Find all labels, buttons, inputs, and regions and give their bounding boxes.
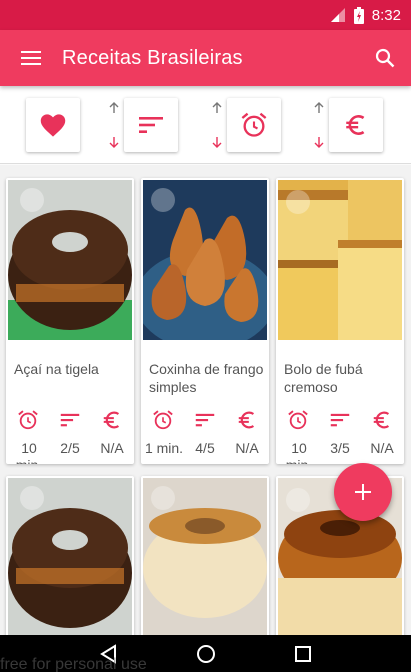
arrow-down-icon <box>109 137 119 148</box>
recipe-name: Açaí na tigela <box>14 361 99 377</box>
cost-sort-arrows[interactable] <box>311 98 327 152</box>
euro-icon <box>370 408 394 432</box>
search-button[interactable] <box>359 30 411 86</box>
app-title: Receitas Brasileiras <box>62 46 243 69</box>
difficulty-filter-button[interactable] <box>124 98 178 152</box>
recipe-card[interactable] <box>141 476 269 635</box>
recipe-grid: Açaí na tigela 10 min. 2/5 N/A <box>0 165 411 635</box>
euro-icon <box>100 408 124 432</box>
time-sort-arrows[interactable] <box>209 98 225 152</box>
alarm-icon <box>286 408 310 432</box>
recipe-card[interactable]: Açaí na tigela 10 min. 2/5 N/A <box>6 178 134 464</box>
hamburger-icon <box>21 51 41 65</box>
alarm-icon <box>241 112 267 137</box>
euro-icon <box>346 115 365 135</box>
alarm-icon <box>16 408 40 432</box>
sort-icon <box>58 408 82 432</box>
arrow-up-icon <box>109 102 119 113</box>
recipe-difficulty: 4/5 <box>195 440 215 456</box>
home-icon[interactable] <box>196 644 216 664</box>
recipe-photo <box>143 478 267 635</box>
recipe-cost: N/A <box>370 440 394 456</box>
recipe-difficulty: 2/5 <box>60 440 80 456</box>
sort-icon <box>328 408 352 432</box>
sort-icon <box>193 408 217 432</box>
search-icon <box>375 48 395 68</box>
recents-icon[interactable] <box>294 645 312 663</box>
alarm-icon <box>151 408 175 432</box>
recipe-card[interactable] <box>6 476 134 635</box>
recipe-name: Bolo de fubá cremoso <box>284 361 363 395</box>
watermark-text: free for personal use <box>0 656 147 672</box>
add-recipe-button[interactable] <box>334 463 392 521</box>
status-bar: 8:32 <box>0 0 411 30</box>
battery-icon <box>353 6 364 24</box>
cost-filter-button[interactable] <box>329 98 383 152</box>
time-filter-button[interactable] <box>227 98 281 152</box>
recipe-photo <box>143 180 267 340</box>
recipe-card[interactable]: Coxinha de frango simples 1 min. 4/5 N/A <box>141 178 269 464</box>
recipe-time: 1 min. <box>144 440 184 456</box>
recipe-name: Coxinha de frango simples <box>149 361 264 395</box>
recipe-cost: N/A <box>235 440 259 456</box>
app-bar: Receitas Brasileiras <box>0 30 411 86</box>
recipe-time: 10 min. <box>286 440 312 464</box>
menu-button[interactable] <box>0 30 62 86</box>
recipe-photo <box>8 180 132 340</box>
euro-icon <box>235 408 259 432</box>
difficulty-sort-arrows[interactable] <box>106 98 122 152</box>
signal-icon <box>330 8 345 22</box>
filter-bar <box>0 86 411 164</box>
recipe-time: 10 min. <box>16 440 42 464</box>
favorites-filter-button[interactable] <box>26 98 80 152</box>
arrow-down-icon <box>212 137 222 148</box>
heart-icon <box>40 114 66 137</box>
recipe-cost: N/A <box>100 440 124 456</box>
arrow-down-icon <box>314 137 324 148</box>
arrow-up-icon <box>314 102 324 113</box>
arrow-up-icon <box>212 102 222 113</box>
recipe-card[interactable]: Bolo de fubá cremoso 10 min. 3/5 N/A <box>276 178 404 464</box>
plus-icon <box>355 484 371 500</box>
recipe-photo <box>278 180 402 340</box>
sort-icon <box>139 117 163 133</box>
status-time: 8:32 <box>371 6 401 24</box>
recipe-photo <box>8 478 132 635</box>
recipe-difficulty: 3/5 <box>330 440 350 456</box>
